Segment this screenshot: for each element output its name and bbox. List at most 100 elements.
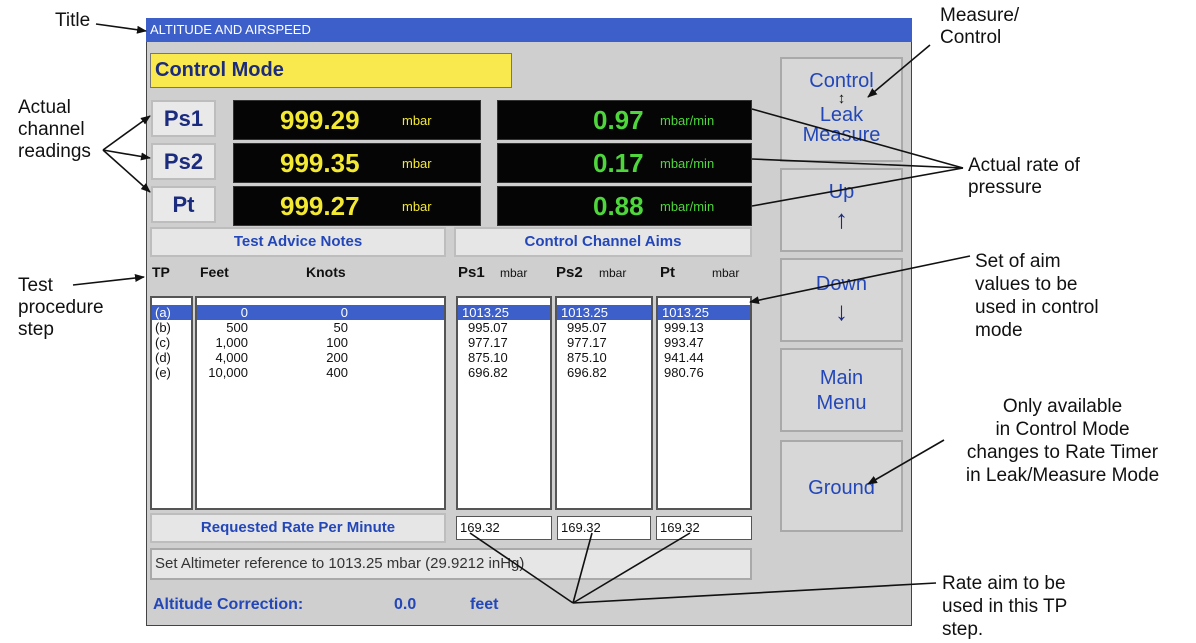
list-item[interactable]: 875.10 <box>557 350 651 365</box>
control-leak-measure-button[interactable]: Control ↕ Leak Measure <box>780 57 903 162</box>
column-unit-ps2: mbar <box>599 266 627 280</box>
reading-unit: mbar <box>402 113 432 128</box>
annotation-test-procedure: Test procedure step <box>18 275 104 341</box>
ps1-cell: 875.10 <box>468 350 508 365</box>
annotation-line: Actual rate of <box>968 155 1080 176</box>
list-item[interactable]: 500 50 <box>197 320 444 335</box>
button-label-leak: Leak <box>819 104 864 126</box>
list-item[interactable]: 696.82 <box>557 365 651 380</box>
rate-value: 0.17 <box>593 148 644 178</box>
channel-label-pt: Pt <box>151 186 216 223</box>
reading-ps2: 999.35 mbar <box>233 143 481 183</box>
pt-cell: 980.76 <box>664 365 704 380</box>
reading-pt: 999.27 mbar <box>233 186 481 226</box>
annotation-rate-aim: Rate aim to be used in this TP step. <box>942 572 1067 641</box>
annotation-line: step. <box>942 619 984 640</box>
rate-aim-ps1[interactable]: 169.32 <box>456 516 552 540</box>
list-item[interactable]: 941.44 <box>658 350 750 365</box>
reading-value: 999.27 <box>280 191 360 221</box>
arrow-channel-pt <box>102 149 151 193</box>
rate-aim-pt[interactable]: 169.32 <box>656 516 752 540</box>
list-item[interactable]: 696.82 <box>458 365 550 380</box>
list-item[interactable]: 0 0 <box>197 305 444 320</box>
rate-ps2: 0.17 mbar/min <box>497 143 752 183</box>
list-item[interactable]: 995.07 <box>557 320 651 335</box>
rate-value: 0.88 <box>593 191 644 221</box>
rate-aim-ps2[interactable]: 169.32 <box>557 516 651 540</box>
list-item[interactable]: 1013.25 <box>658 305 750 320</box>
annotation-line: mode <box>975 320 1023 341</box>
list-item[interactable]: 980.76 <box>658 365 750 380</box>
tp-cell: (d) <box>155 350 171 365</box>
list-item[interactable]: 1013.25 <box>557 305 651 320</box>
altitude-correction-unit: feet <box>470 596 499 613</box>
pt-aim-list[interactable]: 1013.25 999.13 993.47 941.44 980.76 <box>656 296 752 510</box>
knots-cell: 200 <box>326 350 348 365</box>
control-channel-aims-header: Control Channel Aims <box>454 227 752 257</box>
arrow-channel-ps2 <box>102 149 151 161</box>
feet-knots-list[interactable]: 0 0 500 50 1,000 100 4,000 200 10,000 40… <box>195 296 446 510</box>
pt-cell: 941.44 <box>664 350 704 365</box>
tp-list[interactable]: (a) (b) (c) (d) (e) <box>150 296 193 510</box>
list-item[interactable]: (a) <box>152 305 191 320</box>
annotation-line: values to be <box>975 274 1078 295</box>
tp-cell: (b) <box>155 320 171 335</box>
button-label-ground: Ground <box>808 477 875 499</box>
arrow-title <box>95 23 147 34</box>
annotation-line: Only available <box>1002 396 1123 417</box>
ps1-cell: 977.17 <box>468 335 508 350</box>
knots-cell: 400 <box>326 365 348 380</box>
annotation-measure-control: Measure/ Control <box>940 5 1019 49</box>
annotation-line: changes to Rate Timer <box>966 442 1159 463</box>
list-item[interactable]: 1,000 100 <box>197 335 444 350</box>
ground-button[interactable]: Ground <box>780 440 903 532</box>
annotation-line: channel <box>18 119 85 140</box>
ps2-cell: 977.17 <box>567 335 607 350</box>
window-title: ALTITUDE AND AIRSPEED <box>146 18 912 42</box>
feet-cell: 500 <box>226 320 248 335</box>
arrow-down-icon: ↓ <box>835 296 848 326</box>
list-item[interactable]: (d) <box>152 350 191 365</box>
pt-cell: 993.47 <box>664 335 704 350</box>
up-button[interactable]: Up ↑ <box>780 168 903 252</box>
requested-rate-label: Requested Rate Per Minute <box>150 513 446 543</box>
list-item[interactable]: (e) <box>152 365 191 380</box>
button-label-measure: Measure <box>802 124 881 146</box>
tp-cell: (c) <box>155 335 171 350</box>
list-item[interactable]: 977.17 <box>557 335 651 350</box>
annotation-line: Set of aim <box>975 251 1061 272</box>
channel-label-ps1: Ps1 <box>151 100 216 137</box>
annotation-line: used in control <box>975 297 1099 318</box>
annotation-line: Measure/ <box>940 5 1020 26</box>
ps2-aim-list[interactable]: 1013.25 995.07 977.17 875.10 696.82 <box>555 296 653 510</box>
list-item[interactable]: 875.10 <box>458 350 550 365</box>
list-item[interactable]: 999.13 <box>658 320 750 335</box>
rate-ps1: 0.97 mbar/min <box>497 100 752 140</box>
reading-unit: mbar <box>402 199 432 214</box>
column-header-ps1: Ps1 <box>458 264 485 281</box>
list-item[interactable]: (b) <box>152 320 191 335</box>
list-item[interactable]: 4,000 200 <box>197 350 444 365</box>
test-advice-notes-header: Test Advice Notes <box>150 227 446 257</box>
mode-indicator: Control Mode <box>150 53 512 88</box>
tp-cell: (a) <box>155 305 171 320</box>
ps1-aim-list[interactable]: 1013.25 995.07 977.17 875.10 696.82 <box>456 296 552 510</box>
list-item[interactable]: 977.17 <box>458 335 550 350</box>
rate-unit: mbar/min <box>660 199 715 214</box>
annotation-line: readings <box>18 141 91 162</box>
reading-value: 999.35 <box>280 148 360 178</box>
main-menu-button[interactable]: Main Menu <box>780 348 903 432</box>
feet-cell: 1,000 <box>215 335 248 350</box>
arrow-up-icon: ↑ <box>835 204 848 234</box>
advice-message: Set Altimeter reference to 1013.25 mbar … <box>150 548 752 580</box>
column-header-pt: Pt <box>660 264 675 281</box>
list-item[interactable]: 995.07 <box>458 320 550 335</box>
annotation-actual-channel: Actual channel readings <box>18 97 91 163</box>
list-item[interactable]: 993.47 <box>658 335 750 350</box>
list-item[interactable]: (c) <box>152 335 191 350</box>
down-button[interactable]: Down ↓ <box>780 258 903 342</box>
list-item[interactable]: 1013.25 <box>458 305 550 320</box>
list-item[interactable]: 10,000 400 <box>197 365 444 380</box>
rate-pt: 0.88 mbar/min <box>497 186 752 226</box>
knots-cell: 100 <box>326 335 348 350</box>
